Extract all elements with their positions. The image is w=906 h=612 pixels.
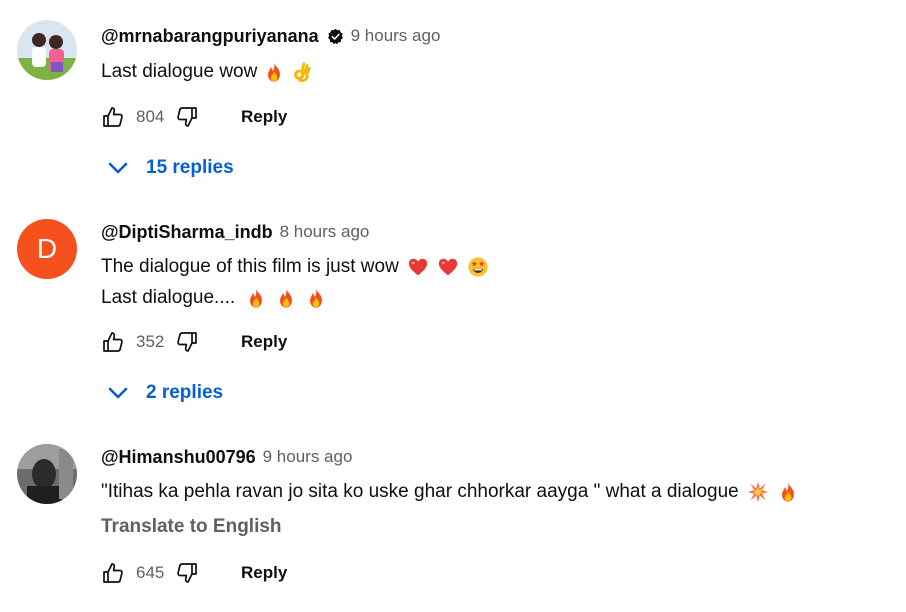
comment-header: @mrnabarangpuriyanana 9 hours ago (101, 25, 440, 47)
dislike-icon[interactable] (175, 561, 199, 585)
fire-emoji-icon (263, 61, 285, 83)
dislike-icon[interactable] (175, 330, 199, 354)
like-count: 804 (136, 107, 165, 126)
comment-header: @DiptiSharma_indb 8 hours ago (101, 221, 369, 243)
avatar[interactable]: D (17, 219, 77, 279)
like-icon[interactable] (101, 105, 125, 129)
chevron-down-icon (106, 156, 130, 180)
comment-actions: 352 Reply (101, 328, 287, 356)
comment-timestamp[interactable]: 9 hours ago (351, 26, 441, 46)
fire-emoji-icon (245, 287, 267, 309)
verified-badge-icon (327, 28, 344, 45)
avatar[interactable] (17, 20, 77, 80)
comment-timestamp[interactable]: 9 hours ago (263, 447, 353, 467)
red-heart-emoji-icon (437, 256, 459, 278)
comment-text: Last dialogue wow (101, 60, 313, 84)
comment-text-line: The dialogue of this film is just wow (101, 256, 399, 277)
replies-count-label: 2 replies (146, 382, 224, 403)
comment-author[interactable]: @mrnabarangpuriyanana (101, 26, 319, 47)
comment-text: The dialogue of this film is just wow (101, 255, 489, 279)
fire-emoji-icon (275, 287, 297, 309)
comment-text: Last dialogue.... (101, 286, 327, 310)
comment-author[interactable]: @Himanshu00796 (101, 447, 256, 468)
like-count: 352 (136, 332, 165, 351)
comment-actions: 645 Reply (101, 559, 287, 587)
translate-button[interactable]: Translate to English (101, 516, 282, 538)
chevron-down-icon (106, 381, 130, 405)
comment-text-line: Last dialogue.... (101, 287, 236, 308)
like-icon[interactable] (101, 561, 125, 585)
star-struck-emoji-icon (467, 256, 489, 278)
dislike-icon[interactable] (175, 105, 199, 129)
comment-author[interactable]: @DiptiSharma_indb (101, 222, 273, 243)
reply-button[interactable]: Reply (241, 332, 287, 352)
red-heart-emoji-icon (407, 256, 429, 278)
comment-header: @Himanshu00796 9 hours ago (101, 446, 352, 468)
comment-text-line: Last dialogue wow (101, 61, 258, 82)
like-count: 645 (136, 563, 165, 582)
like-icon[interactable] (101, 330, 125, 354)
collision-emoji-icon (747, 481, 769, 503)
fire-emoji-icon (305, 287, 327, 309)
view-replies-button[interactable]: 15 replies (106, 154, 234, 182)
avatar[interactable] (17, 444, 77, 504)
replies-count-label: 15 replies (146, 157, 234, 178)
avatar-letter: D (36, 233, 58, 264)
reply-button[interactable]: Reply (241, 107, 287, 127)
comment-text: "Itihas ka pehla ravan jo sita ko uske g… (101, 480, 799, 504)
fire-emoji-icon (777, 481, 799, 503)
comment-timestamp[interactable]: 8 hours ago (280, 222, 370, 242)
comment-text-line: "Itihas ka pehla ravan jo sita ko uske g… (101, 481, 739, 502)
ok-hand-emoji-icon (291, 61, 313, 83)
view-replies-button[interactable]: 2 replies (106, 379, 223, 407)
reply-button[interactable]: Reply (241, 563, 287, 583)
comment-actions: 804 Reply (101, 103, 287, 131)
